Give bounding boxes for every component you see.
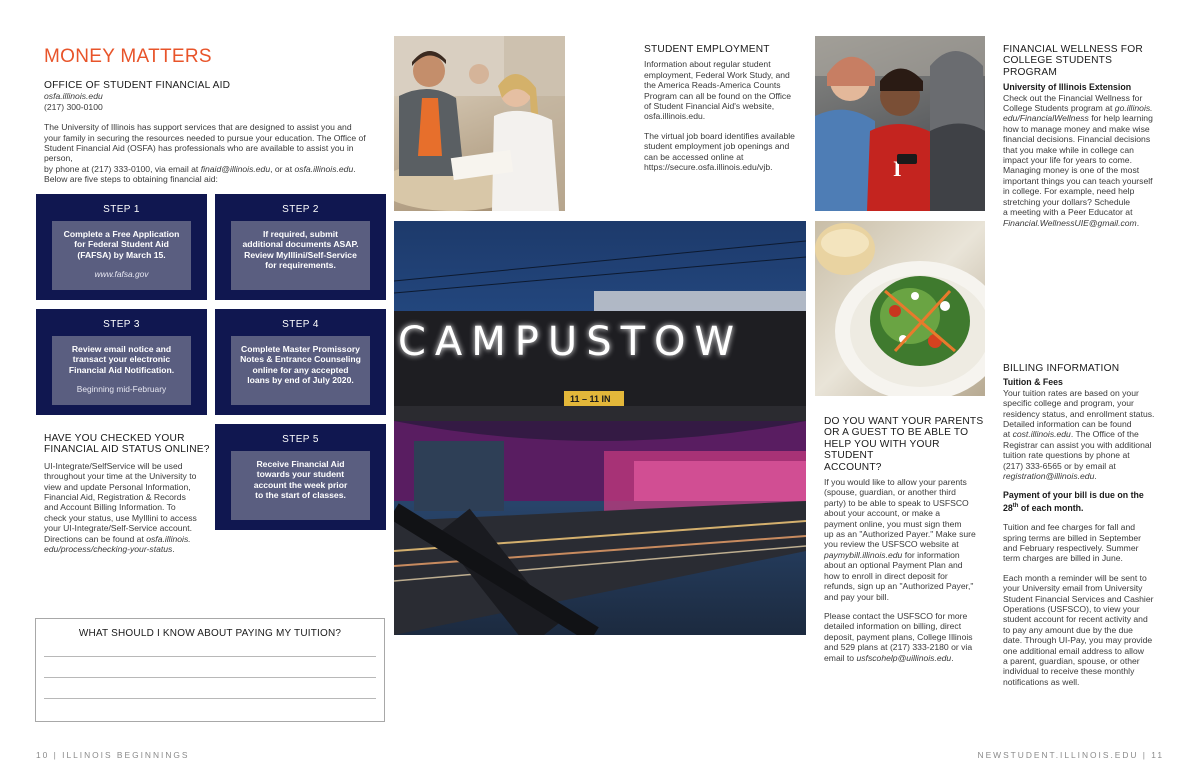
fafsa-link[interactable]: www.fafsa.gov <box>56 269 187 279</box>
step-2-content: If required, submit additional documents… <box>231 221 370 290</box>
osfa-phone: (217) 300-0100 <box>44 101 103 112</box>
left-footer: 10 | ILLINOIS BEGINNINGS <box>36 750 190 760</box>
step-label: STEP 2 <box>282 204 319 215</box>
step-4-content: Complete Master Promissory Notes & Entra… <box>231 336 370 405</box>
tuition-notes-title: WHAT SHOULD I KNOW ABOUT PAYING MY TUITI… <box>78 628 342 639</box>
tuition-notes-box: WHAT SHOULD I KNOW ABOUT PAYING MY TUITI… <box>35 618 385 722</box>
step-3-card: STEP 3 Review email notice and transact … <box>36 309 207 415</box>
wellness-link[interactable]: go.illinois. <box>1115 103 1153 113</box>
students-illustration <box>394 36 565 211</box>
step-3-content: Review email notice and transact your el… <box>52 336 191 405</box>
status-directions: Directions can be found at osfa.illinois… <box>44 533 191 544</box>
wellness-email-link[interactable]: Financial.WellnessUIE@gmail.com <box>1003 218 1137 228</box>
usfsco-email-link[interactable]: usfscohelp@uillinois.edu <box>856 653 951 663</box>
step-1-content: Complete a Free Application for Federal … <box>52 221 191 290</box>
campustown-illustration <box>394 240 806 635</box>
tuition-fees-subtitle: Tuition & Fees <box>1003 377 1063 388</box>
step-1-card: STEP 1 Complete a Free Application for F… <box>36 194 207 300</box>
job-board-link[interactable]: https://secure.osfa.illinois.edu/vjb. <box>644 162 804 172</box>
cost-link[interactable]: cost.illinois.edu <box>1013 429 1071 439</box>
wellness-link[interactable]: edu/FinancialWellness <box>1003 113 1089 123</box>
steps-intro: Below are five steps to obtaining financ… <box>44 174 218 185</box>
campustown-photo: CAMPUSTOW 11 – 11 IN <box>394 221 806 635</box>
friends-phone-photo: I <box>815 36 985 211</box>
step-label: STEP 4 <box>282 319 319 330</box>
osfa-website-link[interactable]: osfa.illinois.edu <box>294 164 353 174</box>
osfa-website[interactable]: osfa.illinois.edu <box>44 91 374 101</box>
paymybill-link[interactable]: paymybill.illinois.edu <box>824 550 902 560</box>
step-4-card: STEP 4 Complete Master Promissory Notes … <box>215 309 386 415</box>
step-5-content: Receive Financial Aid towards your stude… <box>231 451 370 520</box>
step-label: STEP 3 <box>103 319 140 330</box>
status-link[interactable]: osfa.illinois. <box>146 534 190 544</box>
osfa-title: OFFICE OF STUDENT FINANCIAL AID <box>44 80 231 91</box>
status-section: HAVE YOU CHECKED YOUR FINANCIAL AID STAT… <box>44 433 214 554</box>
hours-sign: 11 – 11 IN <box>570 394 611 404</box>
osfa-intro-line: your family in securing the resources ne… <box>44 132 366 143</box>
writing-line <box>44 677 376 678</box>
step-2-card: STEP 2 If required, submit additional do… <box>215 194 386 300</box>
osfa-contact-line: by phone at (217) 333-0100, via email at… <box>44 163 356 174</box>
due-date-line: 28th of each month. <box>1003 502 1084 513</box>
right-footer: NEWSTUDENT.ILLINOIS.EDU | 11 <box>977 750 1164 760</box>
writing-line <box>44 656 376 657</box>
due-date-line: Payment of your bill is due on the <box>1003 490 1144 501</box>
campustown-sign: CAMPUSTOW <box>398 319 744 365</box>
student-employment-title: STUDENT EMPLOYMENT <box>644 44 770 55</box>
step-5-card: STEP 5 Receive Financial Aid towards you… <box>215 424 386 530</box>
step-label: STEP 1 <box>103 204 140 215</box>
status-title-line: HAVE YOU CHECKED YOUR <box>44 433 185 444</box>
status-title-line: FINANCIAL AID STATUS ONLINE? <box>44 444 210 456</box>
financial-wellness-section: FINANCIAL WELLNESS FOR COLLEGE STUDENTS … <box>1003 44 1163 228</box>
writing-line <box>44 698 376 699</box>
finaid-email-link[interactable]: finaid@illinois.edu <box>201 164 270 174</box>
osfa-section: OFFICE OF STUDENT FINANCIAL AID osfa.ill… <box>44 80 374 185</box>
salad-photo <box>815 221 985 396</box>
billing-section: BILLING INFORMATION Tuition & Fees Your … <box>1003 363 1168 687</box>
parents-guest-section: DO YOU WANT YOUR PARENTS OR A GUEST TO B… <box>824 416 984 663</box>
osfa-intro-line: The University of Illinois has support s… <box>44 122 352 133</box>
billing-title: BILLING INFORMATION <box>1003 363 1120 374</box>
salad-illustration <box>815 223 985 396</box>
page-heading: MONEY MATTERS <box>44 46 212 67</box>
step-label: STEP 5 <box>282 434 319 445</box>
student-employment-section: STUDENT EMPLOYMENT Information about reg… <box>644 44 804 172</box>
registration-email-link[interactable]: registration@illinois.edu <box>1003 471 1094 481</box>
students-studying-photo <box>394 36 565 211</box>
status-link[interactable]: edu/process/checking-your-status <box>44 544 172 554</box>
extension-subtitle: University of Illinois Extension <box>1003 82 1132 93</box>
friends-illustration: I <box>815 36 985 211</box>
osfa-intro-line: Student Financial Aid (OSFA) has profess… <box>44 143 354 164</box>
